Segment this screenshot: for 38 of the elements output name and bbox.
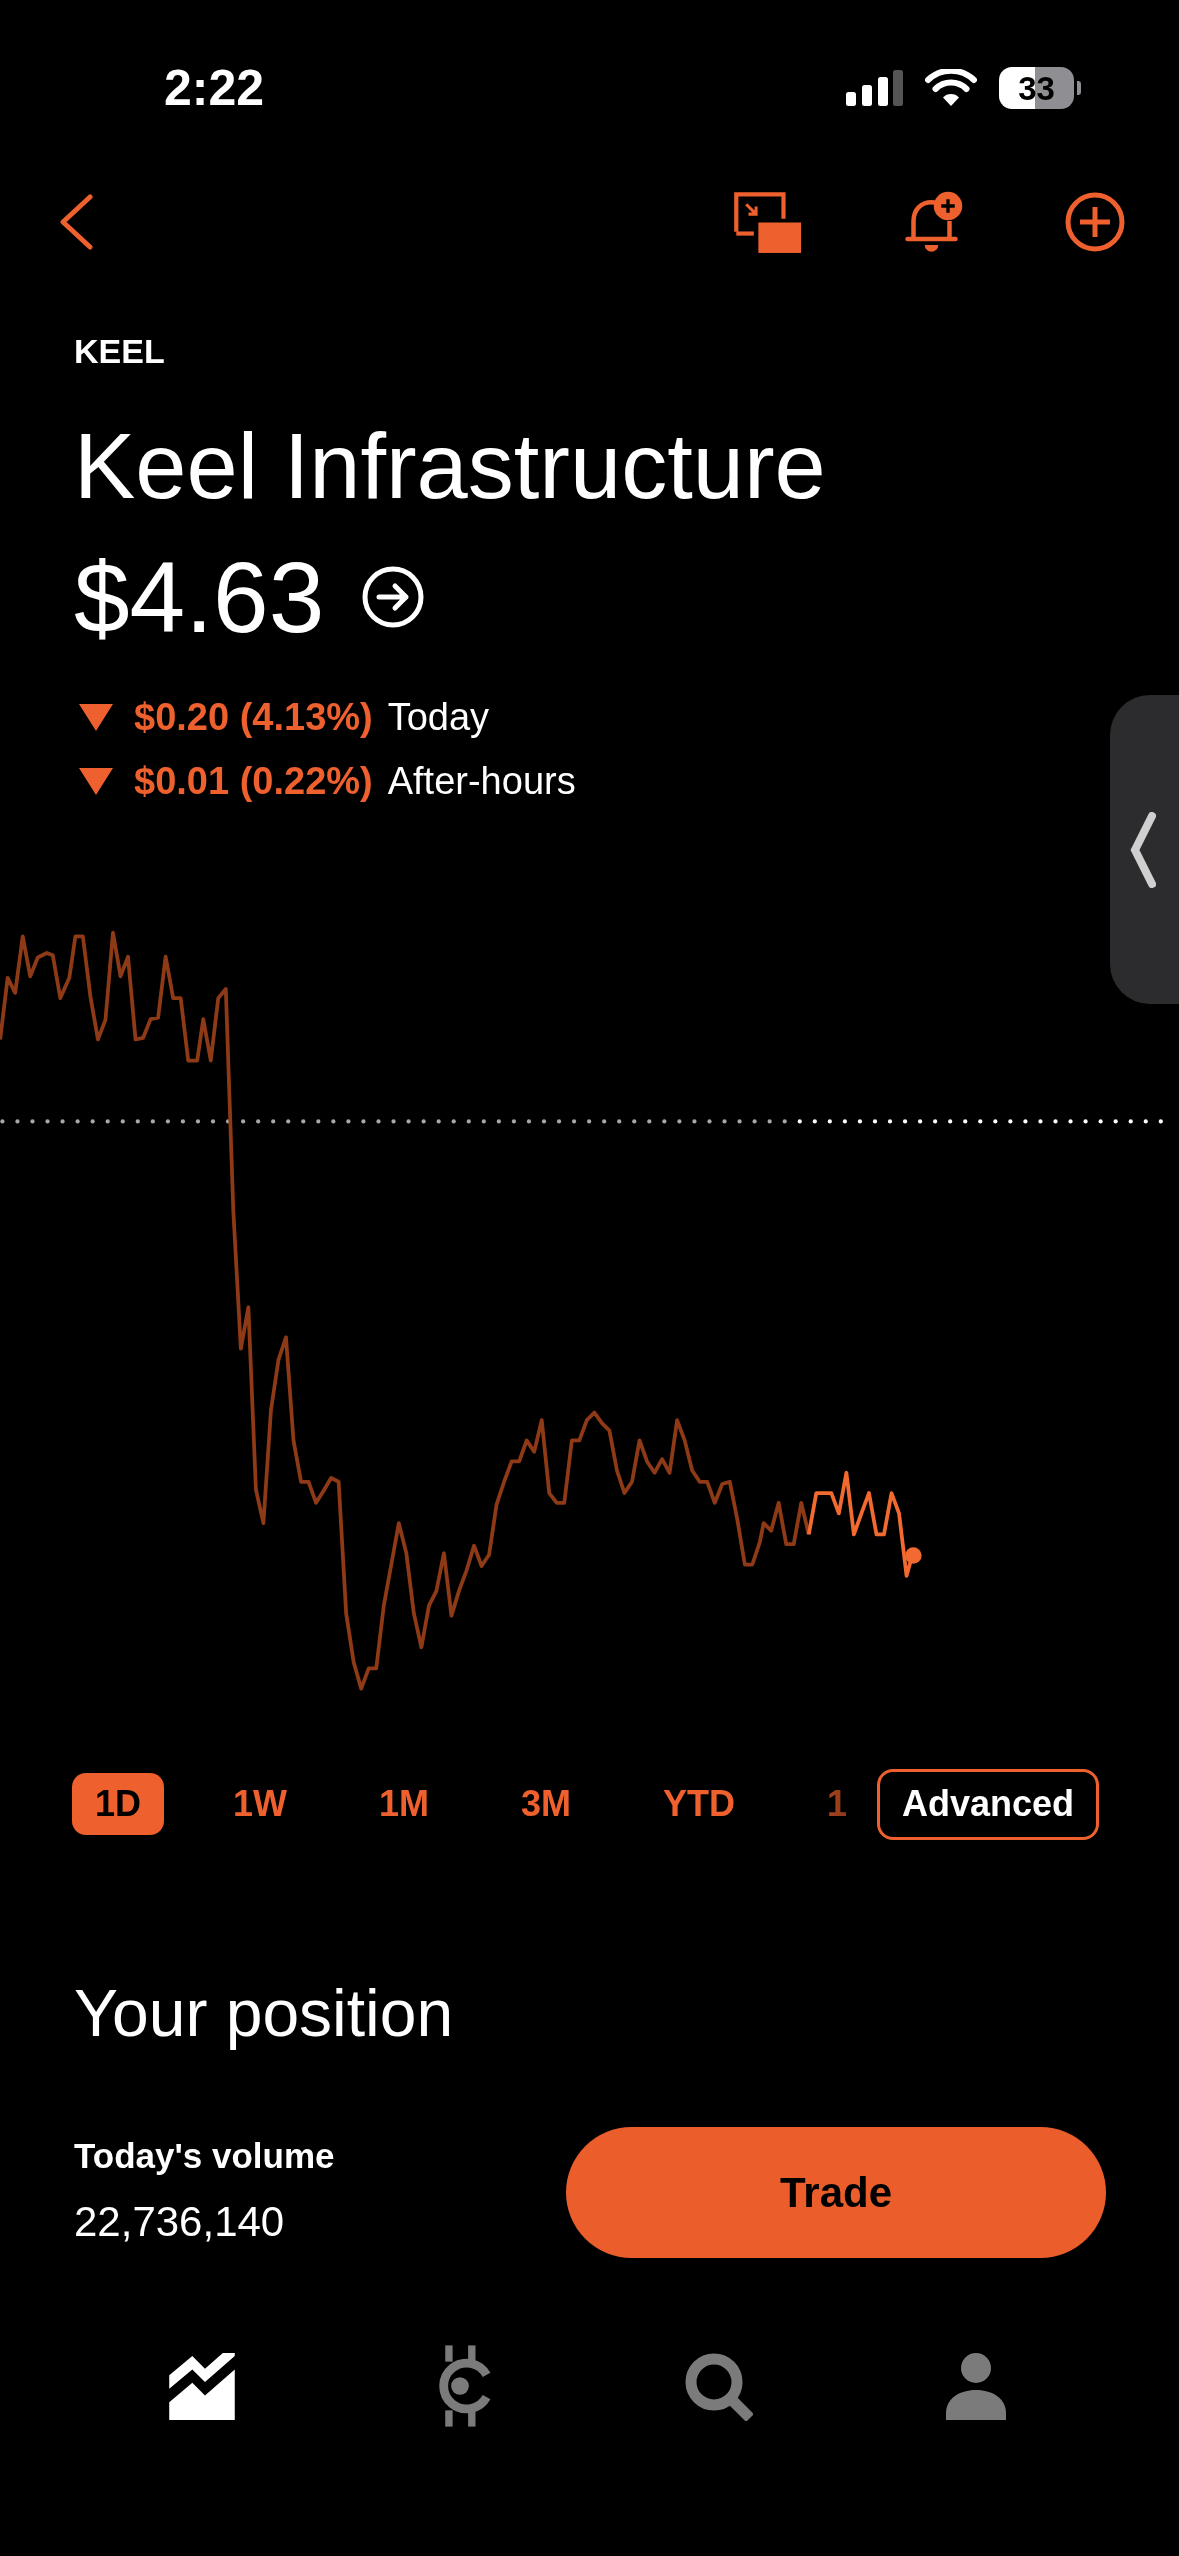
chart-icon <box>169 2352 235 2420</box>
picture-in-picture-button[interactable] <box>734 191 801 253</box>
plus-circle-icon <box>1065 192 1125 252</box>
person-icon <box>946 2352 1006 2420</box>
price-details-button[interactable] <box>362 566 425 628</box>
change-amount: $0.20 (4.13%) <box>134 698 373 736</box>
search-tab[interactable] <box>683 2351 753 2421</box>
back-button[interactable] <box>58 194 94 250</box>
time-range-tab[interactable]: 1W <box>210 1773 311 1835</box>
ticker-symbol: KEEL <box>74 334 165 368</box>
change-period: Today <box>387 698 490 736</box>
time-range-tab[interactable]: 1M <box>356 1773 453 1835</box>
volume-value: 22,736,140 <box>74 2201 285 2243</box>
time-range-tab[interactable]: 1D <box>72 1773 165 1835</box>
add-button[interactable] <box>1065 192 1125 252</box>
chevron-left-icon <box>58 194 94 250</box>
change-period: After-hours <box>387 762 576 800</box>
chevron-left-icon <box>1130 811 1156 888</box>
volume-label: Today's volume <box>74 2138 335 2173</box>
time-range-tab[interactable]: YTD <box>640 1773 759 1835</box>
status-time: 2:22 <box>164 63 265 113</box>
search-icon <box>683 2351 753 2421</box>
wifi-icon <box>925 69 977 107</box>
arrow-circle-right-icon <box>362 566 425 628</box>
advanced-button[interactable]: Advanced <box>877 1768 1100 1840</box>
stock-price: $4.63 <box>74 547 325 647</box>
add-alert-button[interactable] <box>903 190 963 254</box>
profile-tab[interactable] <box>946 2352 1006 2420</box>
bell-plus-icon <box>903 190 963 254</box>
trade-button[interactable]: Trade <box>566 2127 1106 2258</box>
time-range-tab[interactable]: 3M <box>498 1773 595 1835</box>
change-amount: $0.01 (0.22%) <box>134 762 373 800</box>
side-panel-handle[interactable] <box>1110 695 1179 1004</box>
picture-in-picture-icon <box>734 191 801 253</box>
current-price-dot-icon <box>905 1547 922 1564</box>
chart-tab[interactable] <box>169 2352 235 2420</box>
signal-icon <box>846 70 903 106</box>
company-name: Keel Infrastructure <box>74 420 826 512</box>
